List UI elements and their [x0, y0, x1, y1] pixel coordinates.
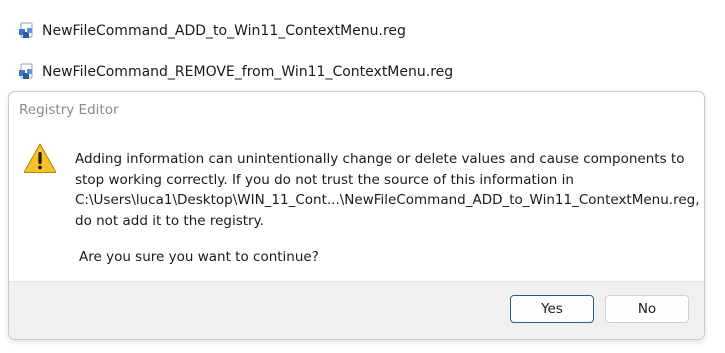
message-line: stop working correctly. If you do not tr…	[75, 171, 574, 188]
dialog-footer: Yes No	[9, 281, 704, 339]
no-button[interactable]: No	[605, 295, 689, 323]
message-line: do not add it to the registry.	[75, 212, 264, 229]
file-item-add-reg[interactable]: NewFileCommand_ADD_to_Win11_ContextMenu.…	[18, 19, 406, 43]
registry-file-icon	[19, 22, 33, 38]
message-line: C:\Users\luca1\Desktop\WIN_11_Cont...\Ne…	[75, 192, 700, 208]
registry-file-icon	[19, 63, 33, 79]
desktop-background: NewFileCommand_ADD_to_Win11_ContextMenu.…	[0, 0, 725, 353]
dialog-question: Are you sure you want to continue?	[79, 249, 319, 265]
file-name: NewFileCommand_ADD_to_Win11_ContextMenu.…	[42, 23, 406, 39]
file-name: NewFileCommand_REMOVE_from_Win11_Context…	[42, 64, 454, 80]
dialog-message: Adding information can unintentionally c…	[75, 149, 700, 231]
message-line: Adding information can unintentionally c…	[75, 151, 685, 167]
warning-icon	[23, 143, 57, 173]
dialog-title: Registry Editor	[19, 102, 119, 118]
yes-button[interactable]: Yes	[510, 295, 594, 323]
registry-editor-dialog: Registry Editor Adding information can u…	[8, 91, 705, 340]
file-item-remove-reg[interactable]: NewFileCommand_REMOVE_from_Win11_Context…	[18, 60, 453, 84]
